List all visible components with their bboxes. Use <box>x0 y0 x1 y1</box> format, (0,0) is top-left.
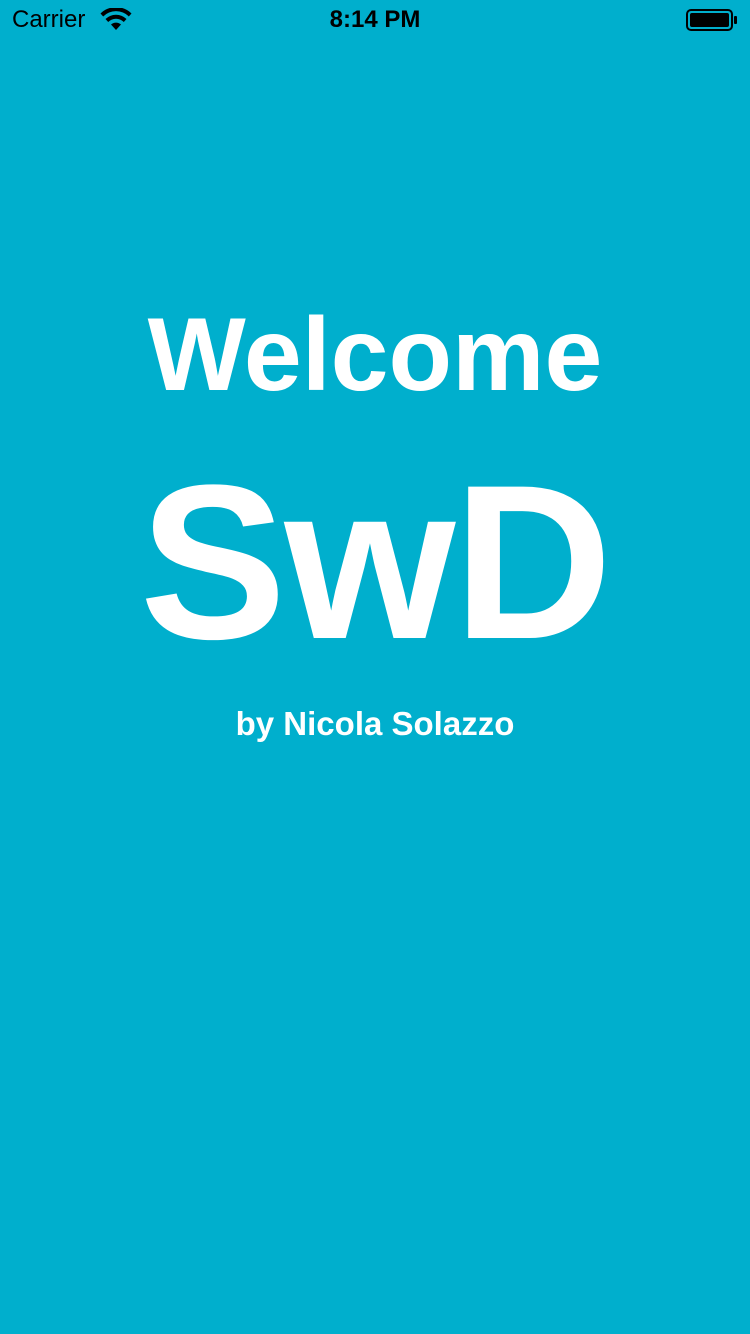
author-byline: by Nicola Solazzo <box>235 705 515 742</box>
status-bar: Carrier 8:14 PM <box>0 0 750 40</box>
welcome-heading: Welcome <box>147 297 603 413</box>
battery-icon <box>686 9 738 31</box>
status-time: 8:14 PM <box>329 6 421 33</box>
app-logo-text: SwD <box>139 439 613 685</box>
